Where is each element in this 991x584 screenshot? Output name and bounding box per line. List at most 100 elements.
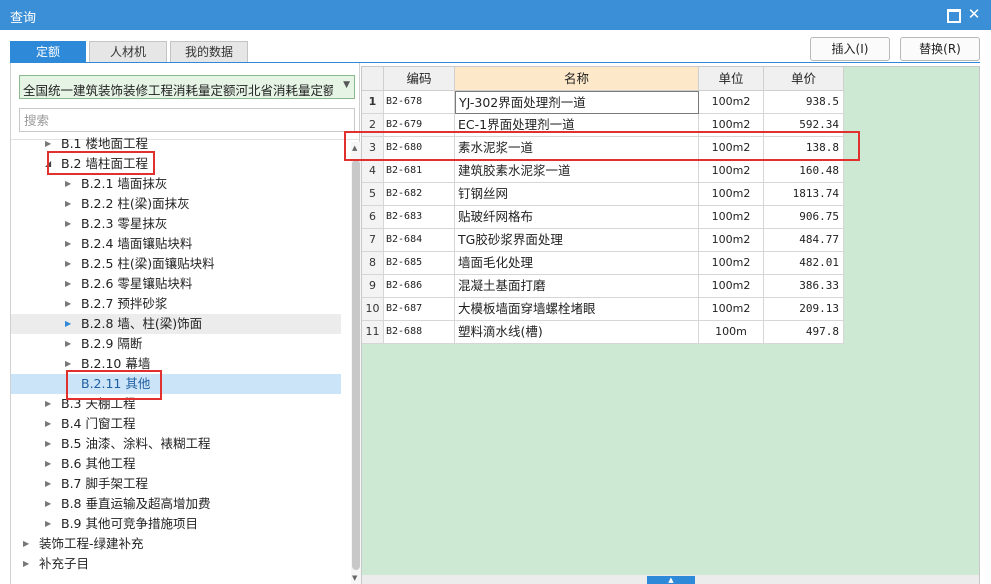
tree-item[interactable]: ▶ B.2.6 零星镶贴块料 bbox=[11, 274, 341, 294]
expand-arrow-icon[interactable]: ▶ bbox=[65, 274, 71, 294]
expand-arrow-icon[interactable]: ▶ bbox=[65, 214, 71, 234]
expand-arrow-icon[interactable]: ▶ bbox=[45, 414, 51, 434]
tree-item[interactable]: B.2.11 其他 bbox=[11, 374, 341, 394]
unit-cell[interactable]: 100m2 bbox=[699, 160, 764, 183]
code-cell[interactable]: B2-681 bbox=[384, 160, 455, 183]
tab-my-data[interactable]: 我的数据 bbox=[170, 41, 248, 63]
tree-item[interactable]: ▶ B.2.8 墙、柱(梁)饰面 bbox=[11, 314, 341, 334]
tree-item[interactable]: ▶ B.5 油漆、涂料、裱糊工程 bbox=[11, 434, 341, 454]
price-cell[interactable]: 484.77 bbox=[764, 229, 844, 252]
expand-arrow-icon[interactable]: ▶ bbox=[65, 314, 71, 334]
price-column-header[interactable]: 单价 bbox=[764, 67, 844, 91]
expand-arrow-icon[interactable]: ▶ bbox=[65, 174, 71, 194]
row-number[interactable]: 6 bbox=[362, 206, 384, 229]
tree-item[interactable]: ▶ B.8 垂直运输及超高增加费 bbox=[11, 494, 341, 514]
row-number[interactable]: 7 bbox=[362, 229, 384, 252]
code-cell[interactable]: B2-682 bbox=[384, 183, 455, 206]
unit-column-header[interactable]: 单位 bbox=[699, 67, 764, 91]
row-number[interactable]: 8 bbox=[362, 252, 384, 275]
row-number[interactable]: 5 bbox=[362, 183, 384, 206]
price-cell[interactable]: 938.5 bbox=[764, 91, 844, 114]
close-icon[interactable]: ✕ bbox=[966, 6, 982, 22]
name-cell[interactable]: 塑料滴水线(槽) bbox=[455, 321, 699, 344]
price-cell[interactable]: 482.01 bbox=[764, 252, 844, 275]
expand-arrow-icon[interactable]: ▶ bbox=[65, 234, 71, 254]
unit-cell[interactable]: 100m2 bbox=[699, 275, 764, 298]
tree-scrollbar[interactable]: ▲ ▼ bbox=[351, 142, 361, 584]
tree-item[interactable]: ▶ B.2.2 柱(梁)面抹灰 bbox=[11, 194, 341, 214]
name-cell[interactable]: 混凝土基面打磨 bbox=[455, 275, 699, 298]
code-cell[interactable]: B2-684 bbox=[384, 229, 455, 252]
chevron-down-icon[interactable]: ▼ bbox=[343, 80, 350, 90]
row-number[interactable]: 1 bbox=[362, 91, 384, 114]
expand-arrow-icon[interactable]: ▶ bbox=[23, 554, 29, 574]
scrollbar-thumb[interactable] bbox=[352, 160, 360, 570]
row-number[interactable]: 4 bbox=[362, 160, 384, 183]
tree-item[interactable]: ▶ B.2.7 预拌砂浆 bbox=[11, 294, 341, 314]
tree-item[interactable]: ▶ B.6 其他工程 bbox=[11, 454, 341, 474]
code-column-header[interactable]: 编码 bbox=[384, 67, 455, 91]
expand-arrow-icon[interactable]: ▶ bbox=[65, 194, 71, 214]
replace-button[interactable]: 替换(R) bbox=[900, 37, 980, 61]
tab-labor-material-machine[interactable]: 人材机 bbox=[89, 41, 167, 63]
tree-item[interactable]: ▶ B.2.3 零星抹灰 bbox=[11, 214, 341, 234]
tree-item[interactable]: ▶ B.2.9 隔断 bbox=[11, 334, 341, 354]
unit-cell[interactable]: 100m2 bbox=[699, 91, 764, 114]
tree-item[interactable]: ▶ 装饰工程-绿建补充 bbox=[11, 534, 341, 554]
expand-arrow-icon[interactable]: ▶ bbox=[23, 534, 29, 554]
row-number[interactable]: 11 bbox=[362, 321, 384, 344]
price-cell[interactable]: 386.33 bbox=[764, 275, 844, 298]
tree-item[interactable]: ▶ B.2.10 幕墙 bbox=[11, 354, 341, 374]
quota-set-select[interactable]: 全国统一建筑装饰装修工程消耗量定额河北省消耗量定额(2012) ▼ bbox=[19, 75, 355, 99]
unit-cell[interactable]: 100m2 bbox=[699, 229, 764, 252]
row-number[interactable]: 10 bbox=[362, 298, 384, 321]
collapse-arrow-icon[interactable]: ▲ bbox=[647, 576, 695, 584]
tree-item[interactable]: ▶ B.2.1 墙面抹灰 bbox=[11, 174, 341, 194]
expand-arrow-icon[interactable]: ▶ bbox=[45, 474, 51, 494]
name-cell[interactable]: 钉钢丝网 bbox=[455, 183, 699, 206]
search-input[interactable] bbox=[19, 108, 355, 132]
scroll-down-icon[interactable]: ▼ bbox=[352, 574, 357, 582]
tree-item[interactable]: ▶ B.7 脚手架工程 bbox=[11, 474, 341, 494]
unit-cell[interactable]: 100m2 bbox=[699, 298, 764, 321]
maximize-icon[interactable] bbox=[945, 6, 961, 23]
code-cell[interactable]: B2-685 bbox=[384, 252, 455, 275]
unit-cell[interactable]: 100m2 bbox=[699, 183, 764, 206]
name-cell[interactable]: 大模板墙面穿墙螺栓堵眼 bbox=[455, 298, 699, 321]
name-cell[interactable]: YJ-302界面处理剂一道 bbox=[455, 91, 699, 114]
expand-arrow-icon[interactable]: ▶ bbox=[45, 434, 51, 454]
expand-arrow-icon[interactable]: ▶ bbox=[65, 294, 71, 314]
tab-quota[interactable]: 定额 bbox=[10, 41, 86, 63]
name-cell[interactable]: 贴玻纤网格布 bbox=[455, 206, 699, 229]
expand-arrow-icon[interactable]: ▶ bbox=[45, 494, 51, 514]
insert-button[interactable]: 插入(I) bbox=[810, 37, 890, 61]
expand-arrow-icon[interactable]: ▶ bbox=[45, 514, 51, 534]
unit-cell[interactable]: 100m bbox=[699, 321, 764, 344]
tree-item[interactable]: ▶ 补充子目 bbox=[11, 554, 341, 574]
code-cell[interactable]: B2-683 bbox=[384, 206, 455, 229]
code-cell[interactable]: B2-687 bbox=[384, 298, 455, 321]
name-column-header[interactable]: 名称 bbox=[455, 67, 699, 91]
price-cell[interactable]: 906.75 bbox=[764, 206, 844, 229]
name-cell[interactable]: TG胶砂浆界面处理 bbox=[455, 229, 699, 252]
tree-item[interactable]: ▶ B.4 门窗工程 bbox=[11, 414, 341, 434]
code-cell[interactable]: B2-686 bbox=[384, 275, 455, 298]
expand-arrow-icon[interactable]: ▶ bbox=[65, 334, 71, 354]
price-cell[interactable]: 1813.74 bbox=[764, 183, 844, 206]
name-cell[interactable]: 建筑胶素水泥浆一道 bbox=[455, 160, 699, 183]
row-number[interactable]: 9 bbox=[362, 275, 384, 298]
horizontal-scrollbar[interactable]: ▲ bbox=[362, 575, 979, 584]
code-cell[interactable]: B2-678 bbox=[384, 91, 455, 114]
price-cell[interactable]: 209.13 bbox=[764, 298, 844, 321]
name-cell[interactable]: 墙面毛化处理 bbox=[455, 252, 699, 275]
tree-item[interactable]: ▶ B.2.5 柱(梁)面镶贴块料 bbox=[11, 254, 341, 274]
tree-item[interactable]: ▶ B.9 其他可竞争措施项目 bbox=[11, 514, 341, 534]
price-cell[interactable]: 497.8 bbox=[764, 321, 844, 344]
unit-cell[interactable]: 100m2 bbox=[699, 206, 764, 229]
expand-arrow-icon[interactable]: ▶ bbox=[45, 394, 51, 414]
expand-arrow-icon[interactable]: ▶ bbox=[45, 454, 51, 474]
tree-item[interactable]: ▶ B.2.4 墙面镶贴块料 bbox=[11, 234, 341, 254]
expand-arrow-icon[interactable]: ▶ bbox=[65, 254, 71, 274]
price-cell[interactable]: 160.48 bbox=[764, 160, 844, 183]
tree-item[interactable]: ▶ B.3 天棚工程 bbox=[11, 394, 341, 414]
